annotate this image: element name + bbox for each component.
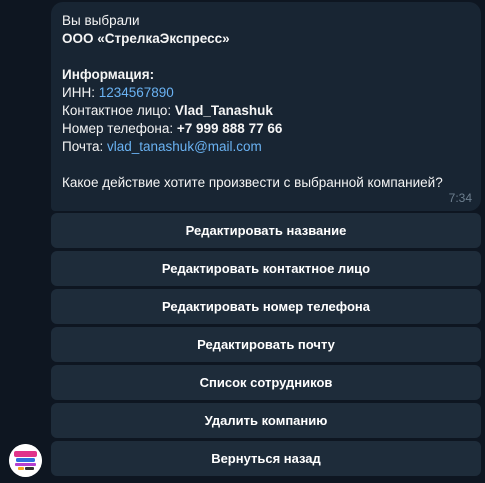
edit-email-button[interactable]: Редактировать почту — [51, 327, 481, 362]
message-time: 7:34 — [448, 191, 472, 205]
edit-contact-button[interactable]: Редактировать контактное лицо — [51, 251, 481, 286]
edit-name-button[interactable]: Редактировать название — [51, 213, 481, 248]
contact-value: Vlad_Tanashuk — [174, 103, 273, 118]
inn-label: ИНН: — [62, 85, 99, 100]
inn-link[interactable]: 1234567890 — [99, 85, 174, 100]
email-row: Почта: vlad_tanashuk@mail.com — [62, 138, 470, 156]
bot-message-bubble: Вы выбрали ООО «СтрелкаЭкспресс» Информа… — [51, 2, 481, 211]
chat-area: Вы выбрали ООО «СтрелкаЭкспресс» Информа… — [0, 0, 485, 483]
bot-logo-icon — [9, 444, 42, 477]
contact-row: Контактное лицо: Vlad_Tanashuk — [62, 102, 470, 120]
edit-phone-button[interactable]: Редактировать номер телефона — [51, 289, 481, 324]
message-intro: Вы выбрали — [62, 13, 140, 28]
phone-row: Номер телефона: +7 999 888 77 66 — [62, 120, 470, 138]
email-link[interactable]: vlad_tanashuk@mail.com — [107, 139, 262, 154]
inn-row: ИНН: 1234567890 — [62, 84, 470, 102]
back-button[interactable]: Вернуться назад — [51, 441, 481, 476]
employee-list-button[interactable]: Список сотрудников — [51, 365, 481, 400]
company-name: ООО «СтрелкаЭкспресс» — [62, 31, 230, 46]
bot-avatar[interactable] — [9, 444, 42, 477]
inline-keyboard: Редактировать название Редактировать кон… — [51, 213, 481, 479]
phone-value: +7 999 888 77 66 — [176, 121, 283, 136]
info-heading: Информация: — [62, 67, 155, 82]
email-label: Почта: — [62, 139, 107, 154]
phone-label: Номер телефона: — [62, 121, 177, 136]
delete-company-button[interactable]: Удалить компанию — [51, 403, 481, 438]
message-question: Какое действие хотите произвести с выбра… — [62, 175, 443, 190]
contact-label: Контактное лицо: — [62, 103, 175, 118]
